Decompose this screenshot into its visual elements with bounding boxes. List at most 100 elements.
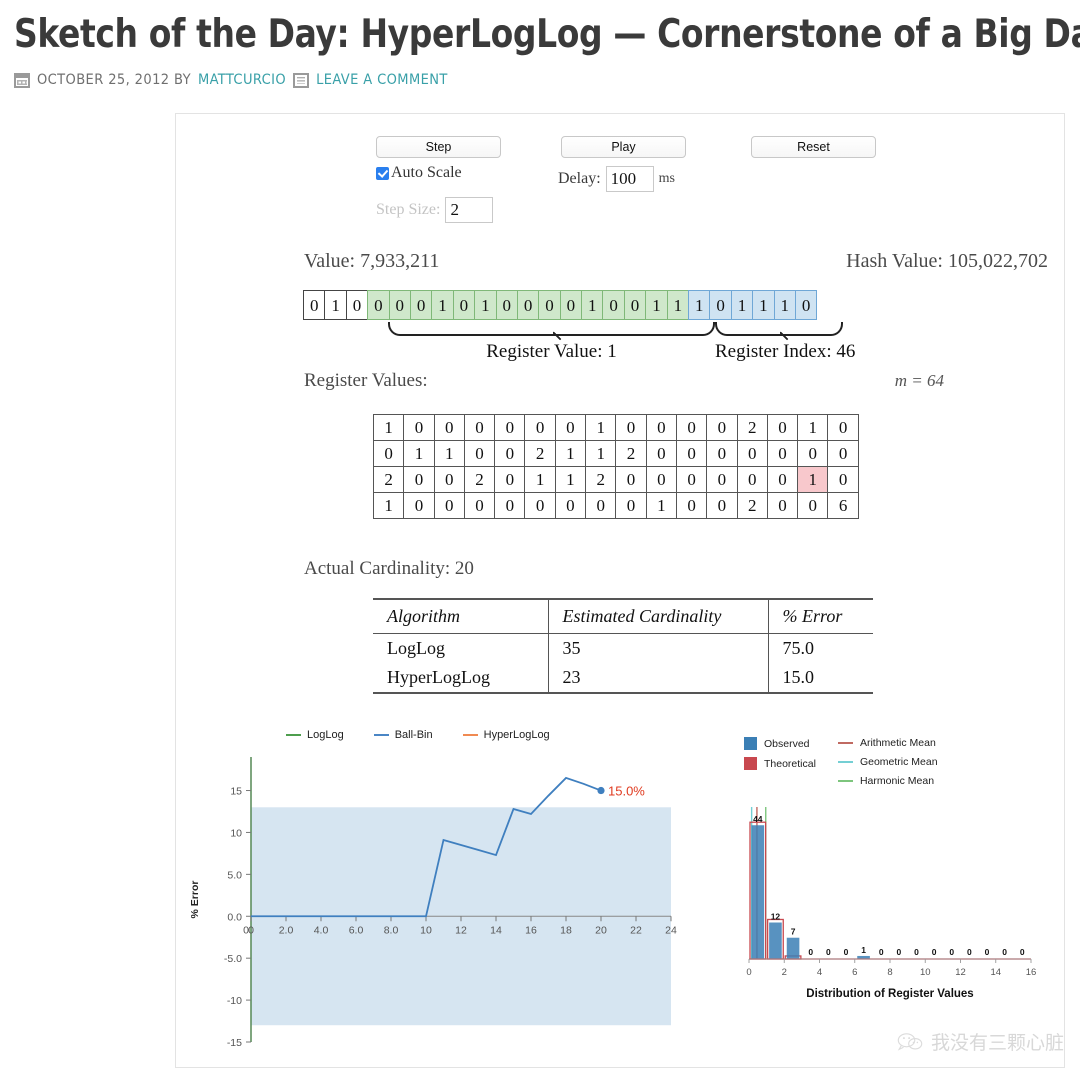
- register-cell: 0: [403, 492, 435, 519]
- legend-label: Ball-Bin: [394, 729, 433, 741]
- register-cell: 0: [675, 440, 708, 467]
- register-row: 1000000001002006: [372, 492, 859, 519]
- x-tick-label: 6.0: [349, 924, 364, 936]
- x-tick-label: 8: [887, 967, 892, 978]
- y-tick-label: 15: [230, 786, 242, 798]
- y-tick-label: 0.0: [227, 911, 242, 923]
- y-tick-label: -15: [227, 1037, 242, 1049]
- register-cell: 0: [706, 492, 738, 519]
- register-row: 2002011200000010: [372, 466, 859, 493]
- auto-scale-checkbox[interactable]: Auto Scale: [376, 164, 462, 182]
- register-cell: 0: [645, 440, 677, 467]
- bit-cell: 0: [367, 290, 390, 320]
- register-cell: 0: [736, 466, 768, 493]
- y-axis-label: % Error: [189, 881, 201, 919]
- cell-estimate: 23: [547, 663, 768, 694]
- register-cell: 2: [372, 466, 405, 493]
- register-value-brace-label: Register Value: 1: [486, 341, 617, 362]
- legend-label: Arithmetic Mean: [859, 737, 936, 749]
- bar-value-label: 0: [826, 947, 831, 957]
- x-tick-label: 10: [420, 924, 432, 936]
- register-cell: 1: [372, 414, 405, 441]
- bit-cell: 0: [709, 290, 732, 320]
- bit-cell: 1: [474, 290, 497, 320]
- bit-cell: 1: [581, 290, 604, 320]
- register-distribution-chart: 441270 0 0 1 0 0 0 0 0 0 0 0 00 2 4 6 8 10 12 14 16Distribut…: [746, 807, 1037, 1000]
- x-tick-label: 16: [1026, 967, 1037, 978]
- register-cell: 0: [494, 414, 526, 441]
- register-cell: 2: [524, 440, 556, 467]
- auto-scale-label: Auto Scale: [391, 164, 462, 181]
- bar-value-label: 0: [844, 947, 849, 957]
- x-tick-label: 6: [852, 967, 857, 978]
- controls-bar: Step Play Reset Auto Scale Step Size: De…: [176, 114, 1064, 224]
- reset-button[interactable]: Reset: [751, 136, 876, 158]
- bit-cell: 0: [538, 290, 561, 320]
- bit-cell: 0: [452, 290, 476, 320]
- bit-cell: 1: [688, 290, 711, 320]
- actual-cardinality-label: Actual Cardinality: 20: [304, 558, 474, 579]
- col-header-algorithm: Algorithm: [373, 598, 548, 634]
- register-cell: 2: [585, 466, 617, 493]
- x-tick-label: 4.0: [314, 924, 329, 936]
- register-cell: 0: [433, 466, 465, 493]
- play-button[interactable]: Play: [561, 136, 686, 158]
- legend-item: HyperLogLog: [462, 729, 550, 741]
- step-button[interactable]: Step: [376, 136, 501, 158]
- post-date: OCTOBER 25, 2012 BY: [37, 72, 191, 88]
- bar-value-label: 44: [753, 814, 763, 824]
- bar-value-label: 0: [932, 947, 937, 957]
- legend-swatch: [286, 734, 301, 736]
- register-cell: 0: [494, 440, 526, 467]
- bar-value-label: 0: [896, 947, 901, 957]
- register-index-brace: [715, 322, 843, 336]
- register-cell: 0: [494, 492, 526, 519]
- bit-cell: 1: [730, 290, 754, 320]
- bit-cell: 0: [303, 290, 326, 320]
- x-tick-label: 2.0: [279, 924, 294, 936]
- x-tick-label: 16: [525, 924, 537, 936]
- register-row: 1000000100002010: [372, 414, 859, 441]
- register-values-label: Register Values:: [304, 370, 428, 391]
- register-values-header: Register Values: m = 64: [304, 370, 944, 392]
- table-row: LogLog 35 75.0: [373, 633, 873, 663]
- register-cell: 0: [675, 414, 708, 441]
- register-cell: 0: [706, 466, 738, 493]
- cell-algorithm: HyperLogLog: [373, 663, 548, 694]
- bar-value-label: 7: [791, 927, 796, 937]
- charts-area: LogLog Ball-Bin HyperLogLog Observed Theore…: [176, 729, 1066, 1069]
- bit-cell: 0: [559, 290, 583, 320]
- step-size-input[interactable]: [445, 197, 494, 223]
- post-meta: OCTOBER 25, 2012 BY MATTCURCIO LEAVE A C…: [14, 72, 1066, 88]
- register-cell: 0: [827, 466, 859, 493]
- hash-bit-strip: 010000101000010011101110: [303, 290, 818, 320]
- register-cell: 0: [736, 440, 768, 467]
- bar-value-label: 0: [967, 947, 972, 957]
- legend-swatch: [837, 742, 853, 744]
- bar-value-label: 0: [1002, 947, 1007, 957]
- bit-cell: 0: [345, 290, 369, 320]
- register-cell: 0: [615, 414, 647, 441]
- register-cell: 0: [372, 440, 405, 467]
- register-cell: 0: [463, 492, 496, 519]
- legend-item: Observed: [744, 737, 816, 750]
- legend-label: HyperLogLog: [483, 729, 550, 741]
- delay-label: Delay:: [558, 170, 601, 187]
- register-cell: 0: [433, 492, 465, 519]
- register-cell: 0: [494, 466, 526, 493]
- bit-cell: 0: [623, 290, 647, 320]
- value-label: Value: 7,933,211: [304, 250, 440, 272]
- register-cell: 2: [615, 440, 647, 467]
- legend-item: Harmonic Mean: [837, 775, 938, 787]
- register-cell: 0: [615, 492, 647, 519]
- leave-a-comment-link[interactable]: LEAVE A COMMENT: [316, 72, 448, 88]
- register-cell: 0: [797, 492, 829, 519]
- register-cell: 1: [585, 414, 617, 441]
- legend-label: Theoretical: [764, 757, 816, 770]
- legend-label: Harmonic Mean: [859, 775, 935, 787]
- author-link[interactable]: MATTCURCIO: [198, 72, 286, 88]
- delay-group: Delay: ms: [558, 166, 675, 192]
- legend-item: Arithmetic Mean: [837, 737, 938, 749]
- delay-input[interactable]: [605, 166, 654, 192]
- legend-item: Ball-Bin: [373, 729, 433, 741]
